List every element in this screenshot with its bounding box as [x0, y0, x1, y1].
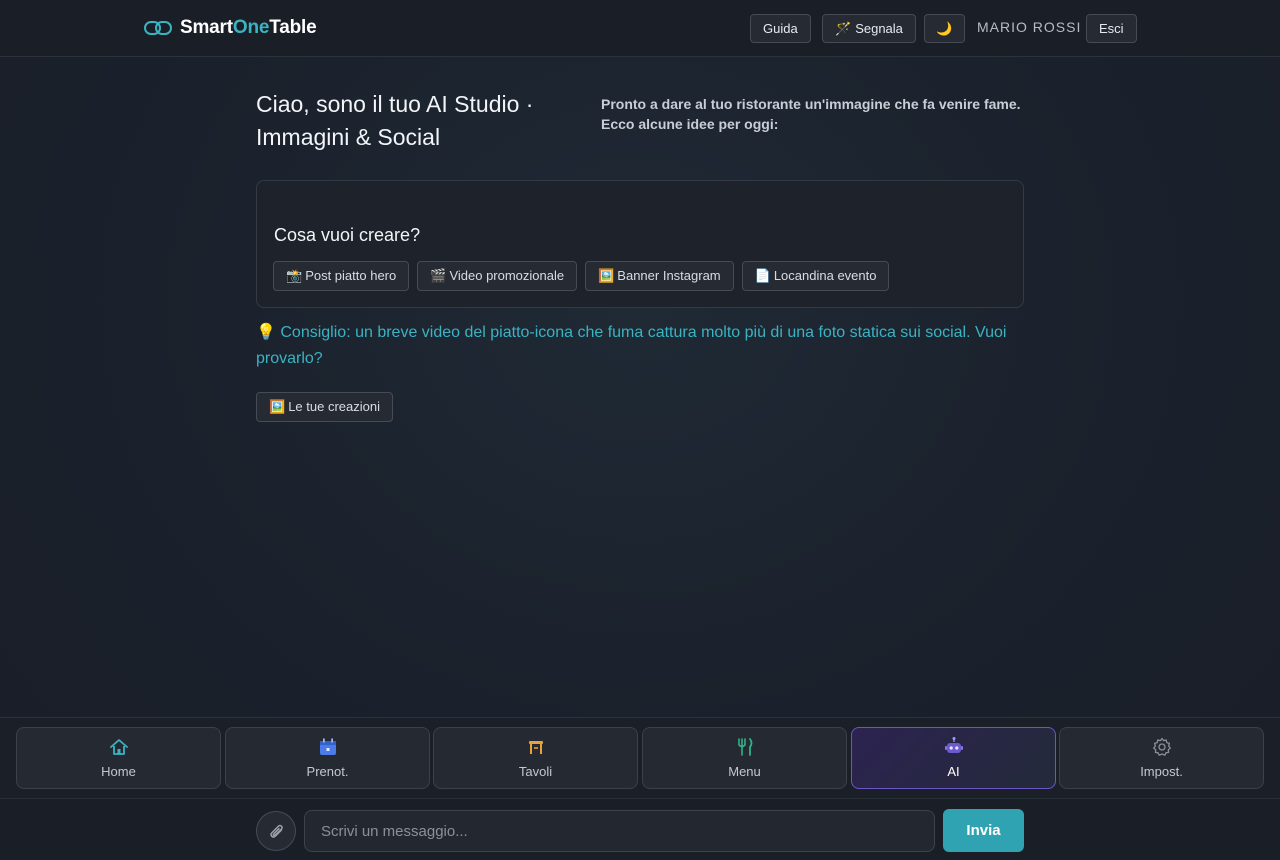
send-button[interactable]: Invia [943, 809, 1024, 852]
tip-message: 💡 Consiglio: un breve video del piatto-i… [256, 320, 1016, 372]
brand-logo[interactable]: SmartOneTable [144, 16, 317, 40]
clapperboard-icon: 🎬 [430, 268, 447, 283]
tip-text: Consiglio: un breve video del piatto-ico… [256, 324, 1007, 367]
create-card: Cosa vuoi creare? 📸 Post piatto hero 🎬 V… [256, 180, 1024, 308]
nav-item-tables[interactable]: Tavoli [433, 727, 638, 789]
home-icon [109, 739, 128, 755]
picture-icon: 🖼️ [598, 268, 615, 283]
cutlery-icon [737, 738, 752, 756]
option-video-button[interactable]: 🎬 Video promozionale [417, 261, 578, 291]
message-input[interactable] [304, 810, 935, 852]
option-post-hero-button[interactable]: 📸 Post piatto hero [273, 261, 410, 291]
robot-icon [944, 737, 963, 753]
paperclip-icon [270, 824, 283, 838]
report-button[interactable]: 🪄 Segnala [822, 14, 916, 43]
create-card-title: Cosa vuoi creare? [274, 225, 421, 245]
user-name: MARIO ROSSI [977, 19, 1082, 35]
option-poster-button[interactable]: 📄 Locandina evento [741, 261, 890, 291]
logout-button[interactable]: Esci [1086, 14, 1137, 43]
guide-button[interactable]: Guida [750, 14, 811, 43]
camera-icon: 📸 [286, 268, 303, 283]
logo-rings-icon [144, 21, 172, 35]
document-icon: 📄 [754, 268, 771, 283]
magic-wand-icon: 🪄 [835, 21, 852, 36]
gear-icon [1152, 737, 1171, 756]
theme-toggle-button[interactable]: 🌙 [924, 14, 965, 43]
nav-item-ai[interactable]: AI [851, 727, 1056, 789]
attach-button[interactable] [256, 811, 296, 851]
table-icon [528, 741, 543, 754]
page-title: Ciao, sono il tuo AI Studio · Immagini &… [256, 91, 534, 150]
page-subtitle: Pronto a dare al tuo ristorante un'immag… [601, 96, 1021, 132]
my-creations-button[interactable]: 🖼️ Le tue creazioni [256, 392, 393, 422]
calendar-icon [319, 738, 336, 755]
nav-item-menu[interactable]: Menu [642, 727, 847, 789]
moon-icon: 🌙 [936, 21, 953, 36]
picture-icon: 🖼️ [269, 399, 286, 414]
bottom-nav: Home Prenot. Tavoli Menu AI Impost. [0, 717, 1280, 798]
lightbulb-icon: 💡 [256, 324, 276, 341]
message-composer: Invia [0, 798, 1280, 860]
nav-item-home[interactable]: Home [16, 727, 221, 789]
create-options: 📸 Post piatto hero 🎬 Video promozionale … [273, 261, 890, 291]
top-header: SmartOneTable Guida 🪄 Segnala 🌙 MARIO RO… [0, 0, 1280, 57]
brand-name: SmartOneTable [180, 17, 317, 38]
nav-item-bookings[interactable]: Prenot. [225, 727, 430, 789]
nav-item-settings[interactable]: Impost. [1059, 727, 1264, 789]
option-banner-button[interactable]: 🖼️ Banner Instagram [585, 261, 734, 291]
